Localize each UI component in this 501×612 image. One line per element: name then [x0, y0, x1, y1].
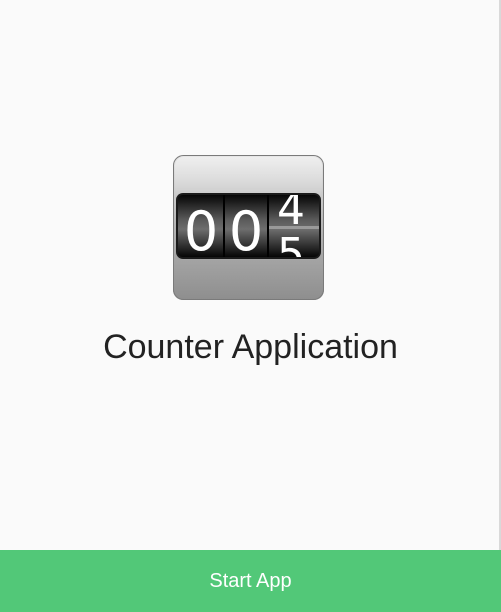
- start-app-button[interactable]: Start App: [0, 550, 501, 612]
- odometer-digit: 0: [184, 200, 218, 263]
- odometer-digit: 0: [229, 200, 263, 263]
- app-title: Counter Application: [103, 328, 398, 366]
- odometer-counter-icon: 0 0 4 5: [173, 155, 324, 300]
